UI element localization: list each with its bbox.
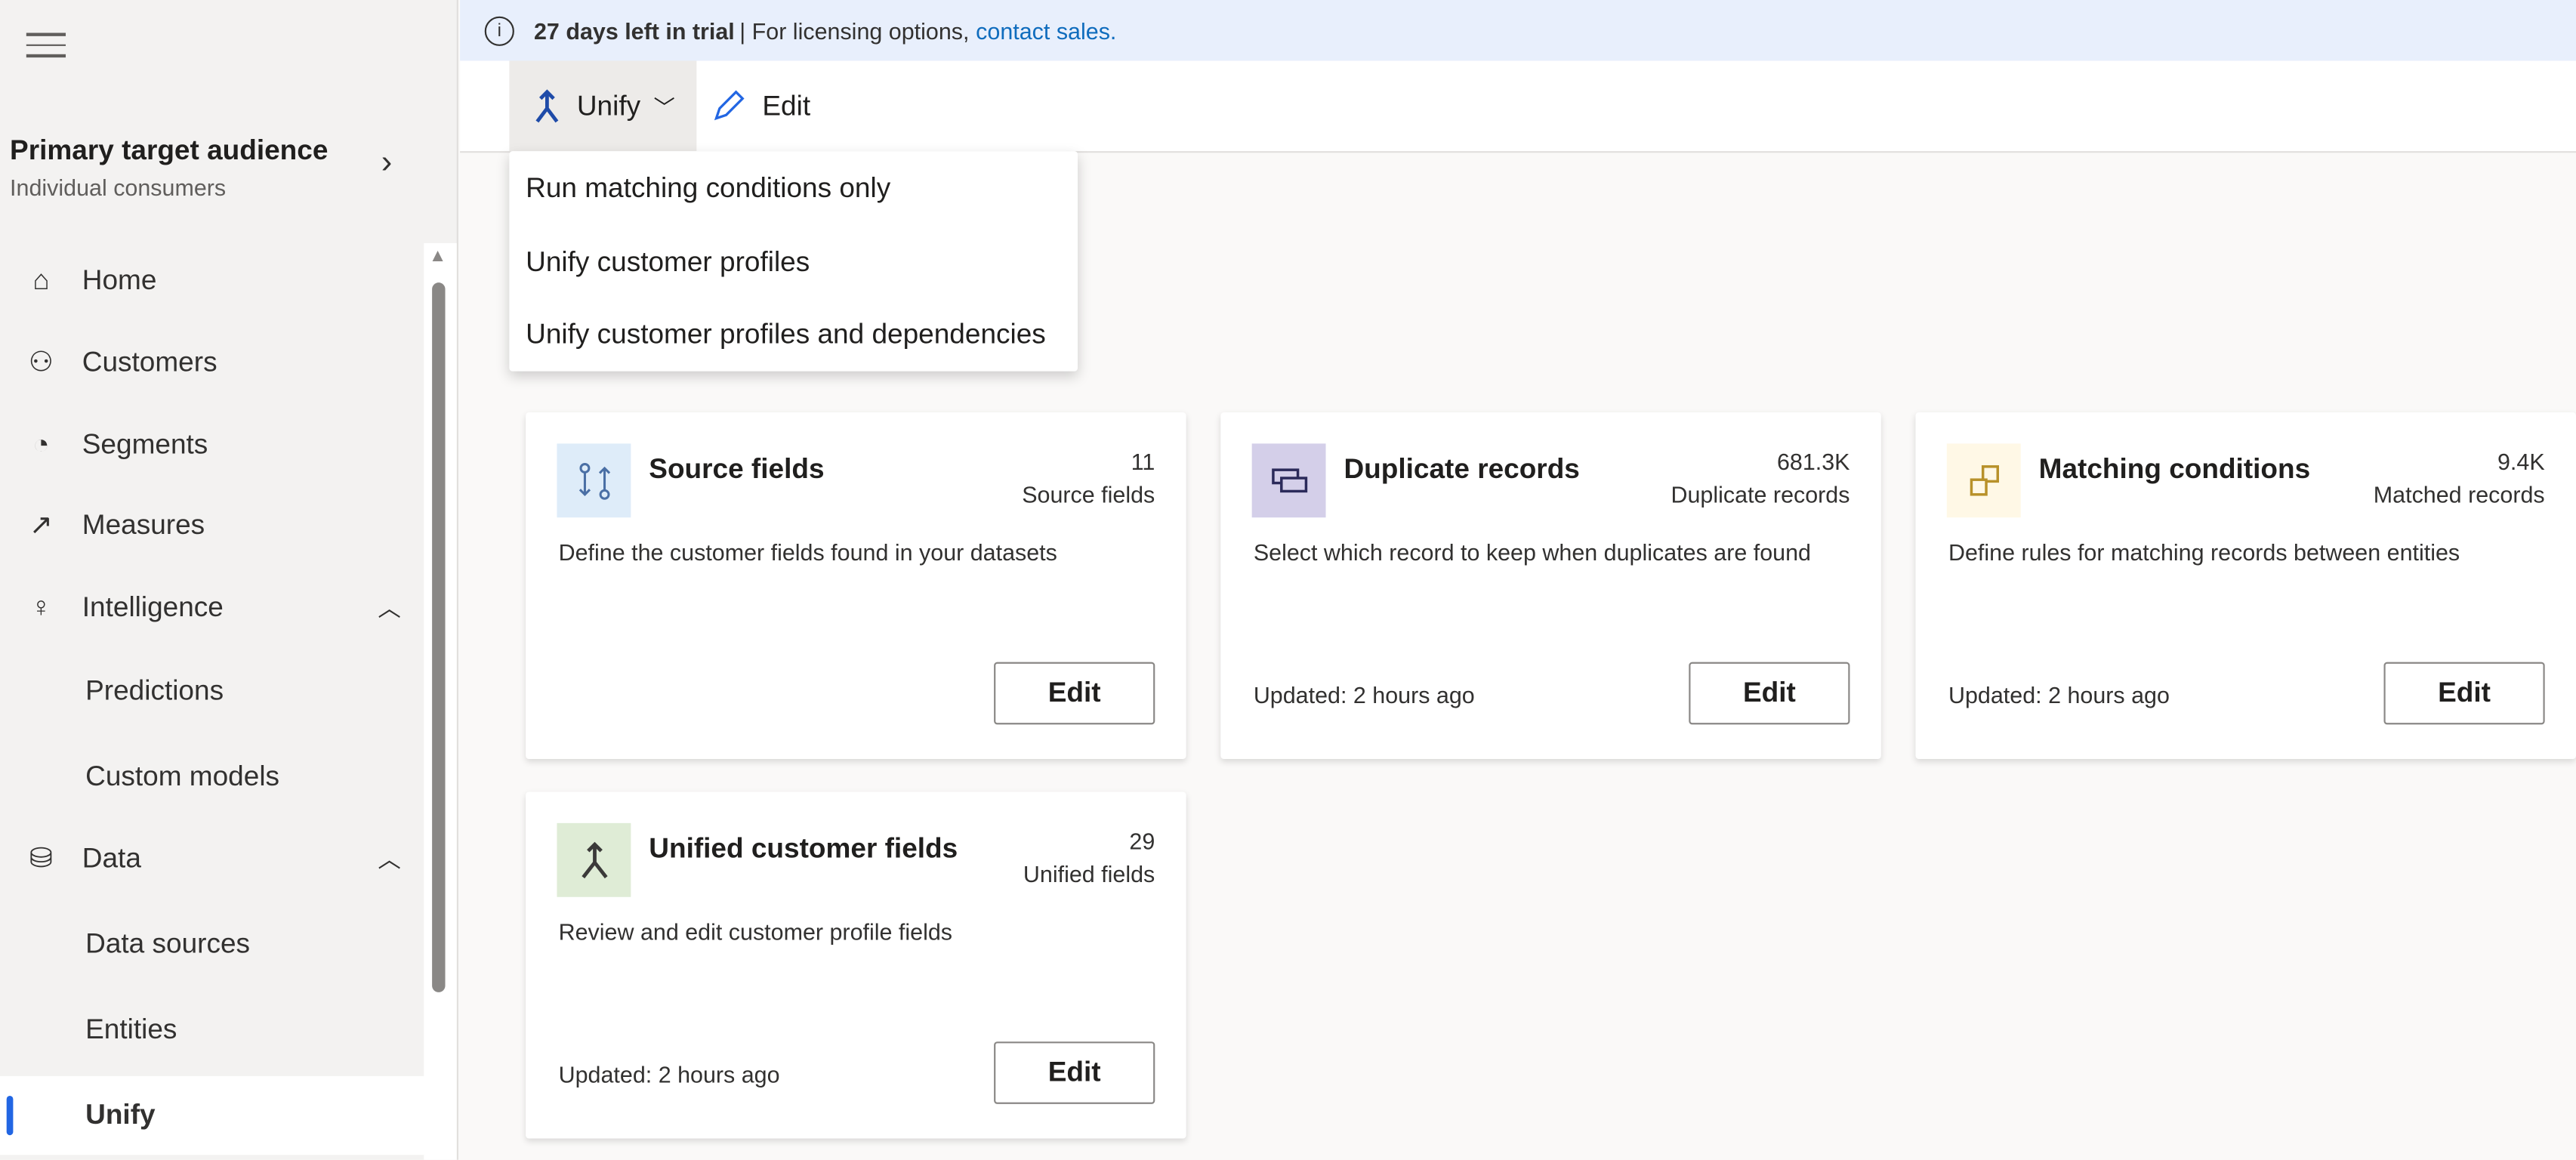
trial-banner: i 27 days left in trial | For licensing … — [460, 0, 2576, 61]
info-icon: i — [484, 15, 514, 45]
card-unified-customer-fields: Unified customer fields 29 Unified field… — [526, 791, 1186, 1139]
unify-dropdown-menu: Run matching conditions only Unify custo… — [509, 151, 1078, 372]
pencil-icon — [714, 89, 745, 120]
edit-button[interactable]: Edit — [994, 1041, 1155, 1104]
banner-text: | For licensing options, — [739, 17, 970, 44]
chevron-down-icon: ﹀ — [653, 95, 675, 120]
menu-item-unify-profiles[interactable]: Unify customer profiles — [526, 246, 810, 279]
chart-icon: ↗ — [29, 509, 53, 541]
lightbulb-icon: ♀ — [30, 591, 52, 623]
sidebar-item-intelligence[interactable]: ♀ Intelligence ︿ — [0, 569, 424, 647]
contact-sales-link[interactable]: contact sales. — [976, 17, 1116, 44]
sidebar-item-entities[interactable]: Entities — [0, 991, 424, 1069]
menu-item-unify-profiles-dependencies[interactable]: Unify customer profiles and dependencies — [526, 319, 1046, 352]
card-source-fields: Source fields 11 Source fields Define th… — [526, 412, 1186, 760]
matching-conditions-icon — [1946, 443, 2021, 518]
unify-dropdown-button[interactable]: Unify ﹀ — [509, 60, 697, 152]
sidebar-item-custom-models[interactable]: Custom models — [0, 738, 424, 816]
sidebar-item-unify[interactable]: Unify — [0, 1075, 424, 1155]
sidebar-item-segments[interactable]: ◔ Segments — [0, 406, 424, 484]
chevron-up-icon[interactable]: ︿ — [378, 843, 400, 876]
home-icon: ⌂ — [32, 264, 50, 296]
trial-days: 27 days left in trial — [533, 17, 735, 44]
chevron-right-icon[interactable]: › — [381, 144, 393, 182]
sidebar-item-data-sources[interactable]: Data sources — [0, 905, 424, 984]
source-fields-icon — [557, 443, 631, 518]
card-matching-conditions: Matching conditions 9.4K Matched records… — [1915, 412, 2576, 760]
audience-subtitle: Individual consumers — [10, 174, 227, 201]
sidebar-item-customers[interactable]: ⚇ Customers — [0, 324, 424, 403]
unify-icon — [535, 88, 559, 122]
edit-button[interactable]: Edit — [2383, 662, 2545, 725]
sidebar-item-data[interactable]: ⛁ Data ︿ — [0, 820, 424, 899]
menu-item-run-matching[interactable]: Run matching conditions only — [526, 172, 890, 205]
edit-button[interactable]: Edit — [710, 60, 810, 151]
people-icon: ⚇ — [28, 347, 54, 378]
duplicate-records-icon — [1251, 443, 1326, 518]
scroll-up-icon[interactable]: ▲ — [429, 246, 447, 266]
scrollbar-thumb[interactable] — [432, 282, 446, 992]
segments-icon: ◔ — [32, 428, 50, 461]
sidebar-item-home[interactable]: ⌂ Home — [0, 242, 424, 320]
unify-icon — [557, 822, 631, 897]
sidebar: Primary target audience Individual consu… — [0, 0, 458, 1160]
chevron-up-icon[interactable]: ︿ — [378, 591, 400, 625]
hamburger-menu-icon[interactable] — [26, 32, 66, 60]
database-icon: ⛁ — [29, 842, 53, 875]
card-duplicate-records: Duplicate records 681.3K Duplicate recor… — [1220, 412, 1881, 760]
edit-button[interactable]: Edit — [994, 662, 1155, 725]
toolbar: Unify ﹀ Edit — [460, 60, 2576, 153]
sidebar-item-measures[interactable]: ↗ Measures — [0, 486, 424, 565]
audience-title[interactable]: Primary target audience — [10, 134, 328, 168]
edit-button[interactable]: Edit — [1689, 662, 1850, 725]
sidebar-item-predictions[interactable]: Predictions — [0, 652, 424, 731]
